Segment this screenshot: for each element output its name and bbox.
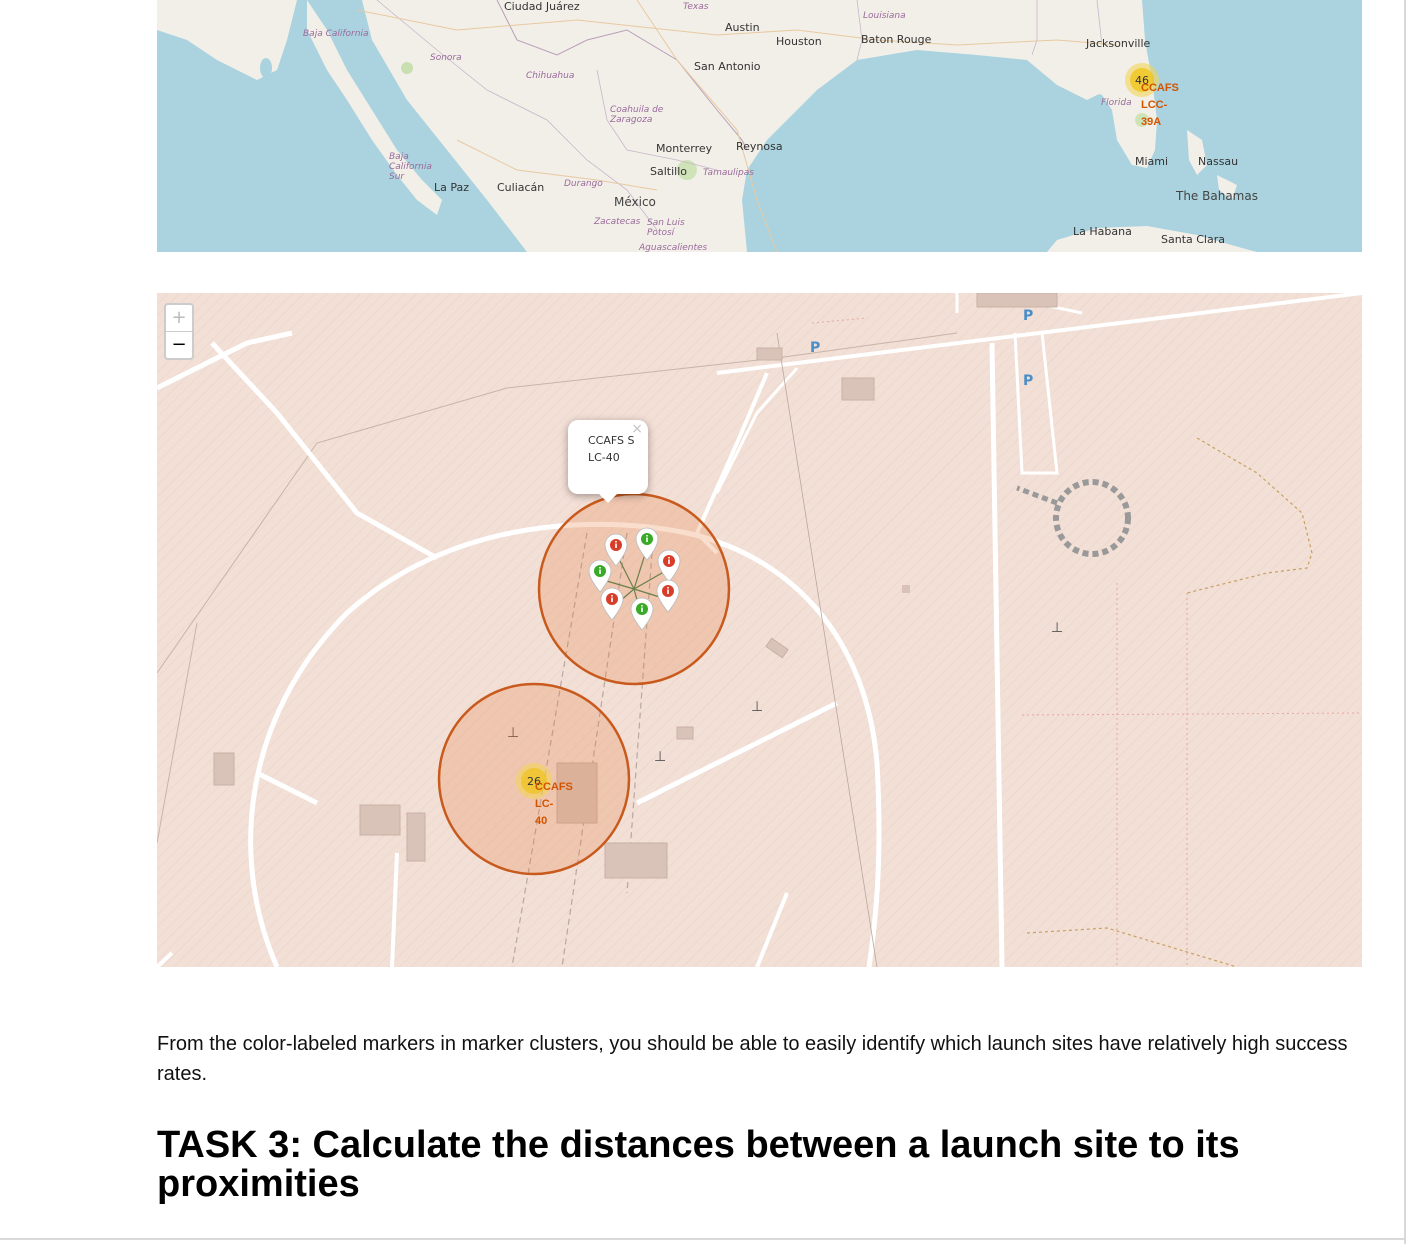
label-aguascalientes: Aguascalientes (639, 243, 708, 252)
svg-text:⊥: ⊥ (654, 749, 666, 765)
label-austin: Austin (725, 21, 760, 34)
parking-icon: P (1023, 373, 1034, 389)
label-santa-clara: Santa Clara (1161, 233, 1225, 246)
task-heading: TASK 3: Calculate the distances between … (157, 1124, 1240, 1205)
label-monterrey: Monterrey (656, 142, 713, 155)
detail-map-tiles: ⊥ ⊥ ⊥ ⊥ (157, 293, 1362, 967)
label-san-luis-potosi: San Luis Potosí (647, 218, 685, 238)
launch-site-label: CCAFS LCC- 39A (1141, 82, 1179, 128)
label-zacatecas: Zacatecas (594, 217, 641, 227)
overview-map[interactable]: Ciudad Juárez Texas Louisiana Austin Hou… (157, 0, 1362, 252)
label-florida: Florida (1101, 98, 1132, 108)
window-border (0, 1238, 1406, 1240)
marker-popup: × CCAFS SLC-40 (568, 420, 648, 494)
parking-icon: P (1023, 308, 1034, 324)
label-tamaulipas: Tamaulipas (703, 168, 754, 178)
label-mexico: México (614, 195, 656, 209)
svg-text:⊥: ⊥ (1051, 620, 1063, 636)
launch-marker-failure[interactable] (655, 579, 681, 613)
label-sonora: Sonora (430, 53, 462, 63)
launch-marker-failure[interactable] (656, 549, 682, 583)
popup-content: CCAFS SLC-40 (588, 434, 635, 464)
label-baton-rouge: Baton Rouge (861, 33, 932, 46)
detail-map[interactable]: ⊥ ⊥ ⊥ ⊥ + − P P P × CCAFS SLC-40 26 CCAF… (157, 293, 1362, 967)
label-louisiana: Louisiana (863, 11, 906, 21)
label-coahuila: Coahuila de Zaragoza (610, 105, 664, 125)
launch-marker-success[interactable] (629, 597, 655, 631)
label-durango: Durango (564, 179, 603, 189)
launch-marker-failure[interactable] (599, 587, 625, 621)
zoom-in-button[interactable]: + (166, 305, 192, 331)
zoom-out-button[interactable]: − (166, 331, 192, 358)
popup-tip (597, 492, 619, 503)
label-la-habana: La Habana (1073, 225, 1132, 238)
label-reynosa: Reynosa (736, 140, 783, 153)
label-houston: Houston (776, 35, 822, 48)
label-chihuahua: Chihuahua (526, 71, 575, 81)
label-baja-california-sur: Baja California Sur (389, 152, 432, 182)
label-nassau: Nassau (1198, 155, 1239, 168)
svg-text:⊥: ⊥ (751, 699, 763, 715)
label-texas: Texas (683, 2, 709, 12)
label-san-antonio: San Antonio (694, 60, 761, 73)
explanation-paragraph: From the color-labeled markers in marker… (157, 1033, 1348, 1085)
label-la-paz: La Paz (434, 181, 470, 194)
label-miami: Miami (1135, 155, 1169, 168)
label-ciudad-juarez: Ciudad Juárez (504, 0, 580, 13)
zoom-control: + − (164, 303, 194, 360)
label-jacksonville: Jacksonville (1086, 37, 1151, 50)
launch-site-label: CCAFS LC- 40 (535, 781, 573, 827)
label-baja-california: Baja California (303, 29, 369, 39)
label-the-bahamas: The Bahamas (1176, 189, 1258, 203)
label-saltillo: Saltillo (650, 165, 687, 178)
parking-icon: P (810, 340, 821, 356)
label-culiacan: Culiacán (497, 181, 545, 194)
